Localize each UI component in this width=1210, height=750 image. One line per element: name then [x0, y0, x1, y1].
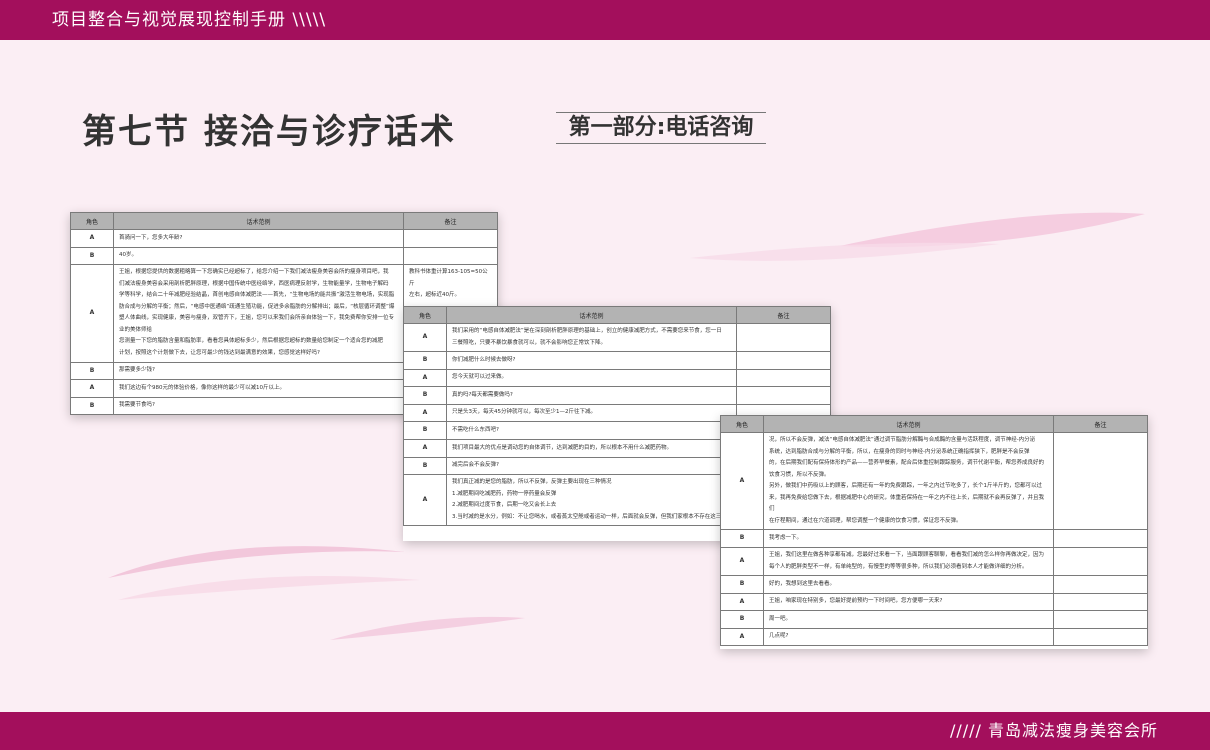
role-cell: B	[403, 351, 447, 370]
table-row: B 好的，我想到这里去看看。	[720, 575, 1148, 594]
table-row: A 几点呢?	[720, 627, 1148, 647]
column-header-role: 角色	[70, 212, 114, 230]
script-cell: 我们采用的“电感自体减肥法”是在深刻剖析肥胖原理的基础上，创立的健康减肥方式，不…	[446, 322, 737, 353]
script-cell: 王姐，根据您提供的数据粗略算一下您确实已经超标了，给您介绍一下我们减法瘦身美容会…	[113, 264, 404, 363]
part-subtitle: 第一部分:电话咨询	[556, 112, 766, 144]
script-cell: 我们这边有个980元的体验价格，像你这样的最少可以减10斤以上。	[113, 379, 404, 398]
column-header-role: 角色	[720, 415, 764, 433]
table-row: A 王姐，咱家现在特别多，您最好提前预约一下时间吧，您方便哪一天来?	[720, 592, 1148, 612]
role-cell: A	[720, 546, 764, 577]
table-row: B 40岁。	[70, 246, 498, 266]
script-cell: 王姐，咱家现在特别多，您最好提前预约一下时间吧，您方便哪一天来?	[763, 592, 1054, 612]
script-table-card-3: 角色 话术范例 备注 A 况，所以不会反弹，减法“电感自体减肥法”通过调节脂肪分解…	[720, 415, 1148, 649]
table-row: A 况，所以不会反弹，减法“电感自体减肥法”通过调节脂肪分解酶与合成酶的含量与活跃…	[720, 431, 1148, 531]
note-cell	[736, 351, 831, 370]
note-cell	[1053, 575, 1148, 594]
script-cell: 我们真正减的是您的脂肪，所以不反弹，反弹主要出现在三种情况 1.减肥期间吃减肥药…	[446, 474, 737, 527]
role-cell: B	[403, 421, 447, 441]
table-row: B 真的吗?每天都需要做吗?	[403, 386, 831, 405]
column-header-script: 话术范例	[763, 415, 1054, 433]
column-header-note: 备注	[1053, 415, 1148, 433]
role-cell: A	[70, 264, 114, 363]
note-cell	[1053, 610, 1148, 629]
role-cell: A	[720, 431, 764, 531]
script-cell: 减完后会不会反弹?	[446, 456, 737, 476]
script-cell: 周一吧。	[763, 610, 1054, 629]
role-cell: A	[403, 322, 447, 353]
role-cell: B	[70, 396, 114, 416]
role-cell: B	[720, 610, 764, 629]
script-cell: 您今天就可以过来做。	[446, 368, 737, 388]
section-title: 第七节 接洽与诊疗话术	[82, 112, 456, 152]
script-cell: 我需要节食吗?	[113, 396, 404, 416]
role-cell: A	[403, 368, 447, 388]
table-row: B 我考虑一下。	[720, 529, 1148, 548]
column-header-role: 角色	[403, 306, 447, 324]
table-row: A 首骑问一下，您多大年龄?	[70, 229, 498, 248]
script-cell: 首骑问一下，您多大年龄?	[113, 229, 404, 248]
script-cell: 那需要多少钱?	[113, 361, 404, 381]
script-cell: 我们项目最大的优点是调动您的自体调节，达到减肥的目的，所以根本不用什么减肥药物。	[446, 439, 737, 458]
note-cell	[403, 229, 498, 248]
script-cell: 几点呢?	[763, 627, 1054, 647]
script-cell: 40岁。	[113, 246, 404, 266]
script-cell: 好的，我想到这里去看看。	[763, 575, 1054, 594]
role-cell: B	[720, 529, 764, 548]
note-cell	[736, 386, 831, 405]
role-cell: B	[403, 456, 447, 476]
script-cell: 况，所以不会反弹，减法“电感自体减肥法”通过调节脂肪分解酶与合成酶的含量与活跃程…	[763, 431, 1054, 531]
note-cell	[736, 322, 831, 353]
column-header-script: 话术范例	[113, 212, 404, 230]
role-cell: B	[70, 361, 114, 381]
script-cell: 不需吃什么东西吧?	[446, 421, 737, 441]
role-cell: B	[403, 386, 447, 405]
note-cell	[403, 246, 498, 266]
table-row: A 我们采用的“电感自体减肥法”是在深刻剖析肥胖原理的基础上，创立的健康减肥方式，…	[403, 322, 831, 353]
script-table: 角色 话术范例 备注 A 况，所以不会反弹，减法“电感自体减肥法”通过调节脂肪分解…	[720, 415, 1148, 647]
role-cell: B	[720, 575, 764, 594]
company-name: ///// 青岛减法瘦身美容会所	[949, 721, 1158, 740]
script-cell: 我考虑一下。	[763, 529, 1054, 548]
role-cell: A	[720, 592, 764, 612]
note-cell	[1053, 546, 1148, 577]
table-row: B 周一吧。	[720, 610, 1148, 629]
note-cell	[1053, 431, 1148, 531]
column-header-note: 备注	[403, 212, 498, 230]
script-cell: 真的吗?每天都需要做吗?	[446, 386, 737, 405]
bottom-banner: ///// 青岛减法瘦身美容会所	[0, 712, 1210, 750]
column-header-script: 话术范例	[446, 306, 737, 324]
role-cell: A	[403, 474, 447, 527]
note-cell	[1053, 592, 1148, 612]
role-cell: B	[70, 246, 114, 266]
role-cell: A	[70, 379, 114, 398]
role-cell: A	[70, 229, 114, 248]
script-cell: 你们减肥什么时候去做呀?	[446, 351, 737, 370]
script-cell: 只是头3天，每天45分钟就可以，每次至少1—2斤往下减。	[446, 403, 737, 423]
column-header-note: 备注	[736, 306, 831, 324]
note-cell	[736, 368, 831, 388]
role-cell: A	[720, 627, 764, 647]
role-cell: A	[403, 403, 447, 423]
table-row: A 您今天就可以过来做。	[403, 368, 831, 388]
note-cell	[1053, 627, 1148, 647]
table-row: B 你们减肥什么时候去做呀?	[403, 351, 831, 370]
role-cell: A	[403, 439, 447, 458]
script-cell: 王姐，我们这里在做各种享都有减，您最好过来看一下，当面跟顾客聊聊，看看我们减的怎…	[763, 546, 1054, 577]
note-cell	[1053, 529, 1148, 548]
table-row: A 王姐，我们这里在做各种享都有减，您最好过来看一下，当面跟顾客聊聊，看看我们减的…	[720, 546, 1148, 577]
